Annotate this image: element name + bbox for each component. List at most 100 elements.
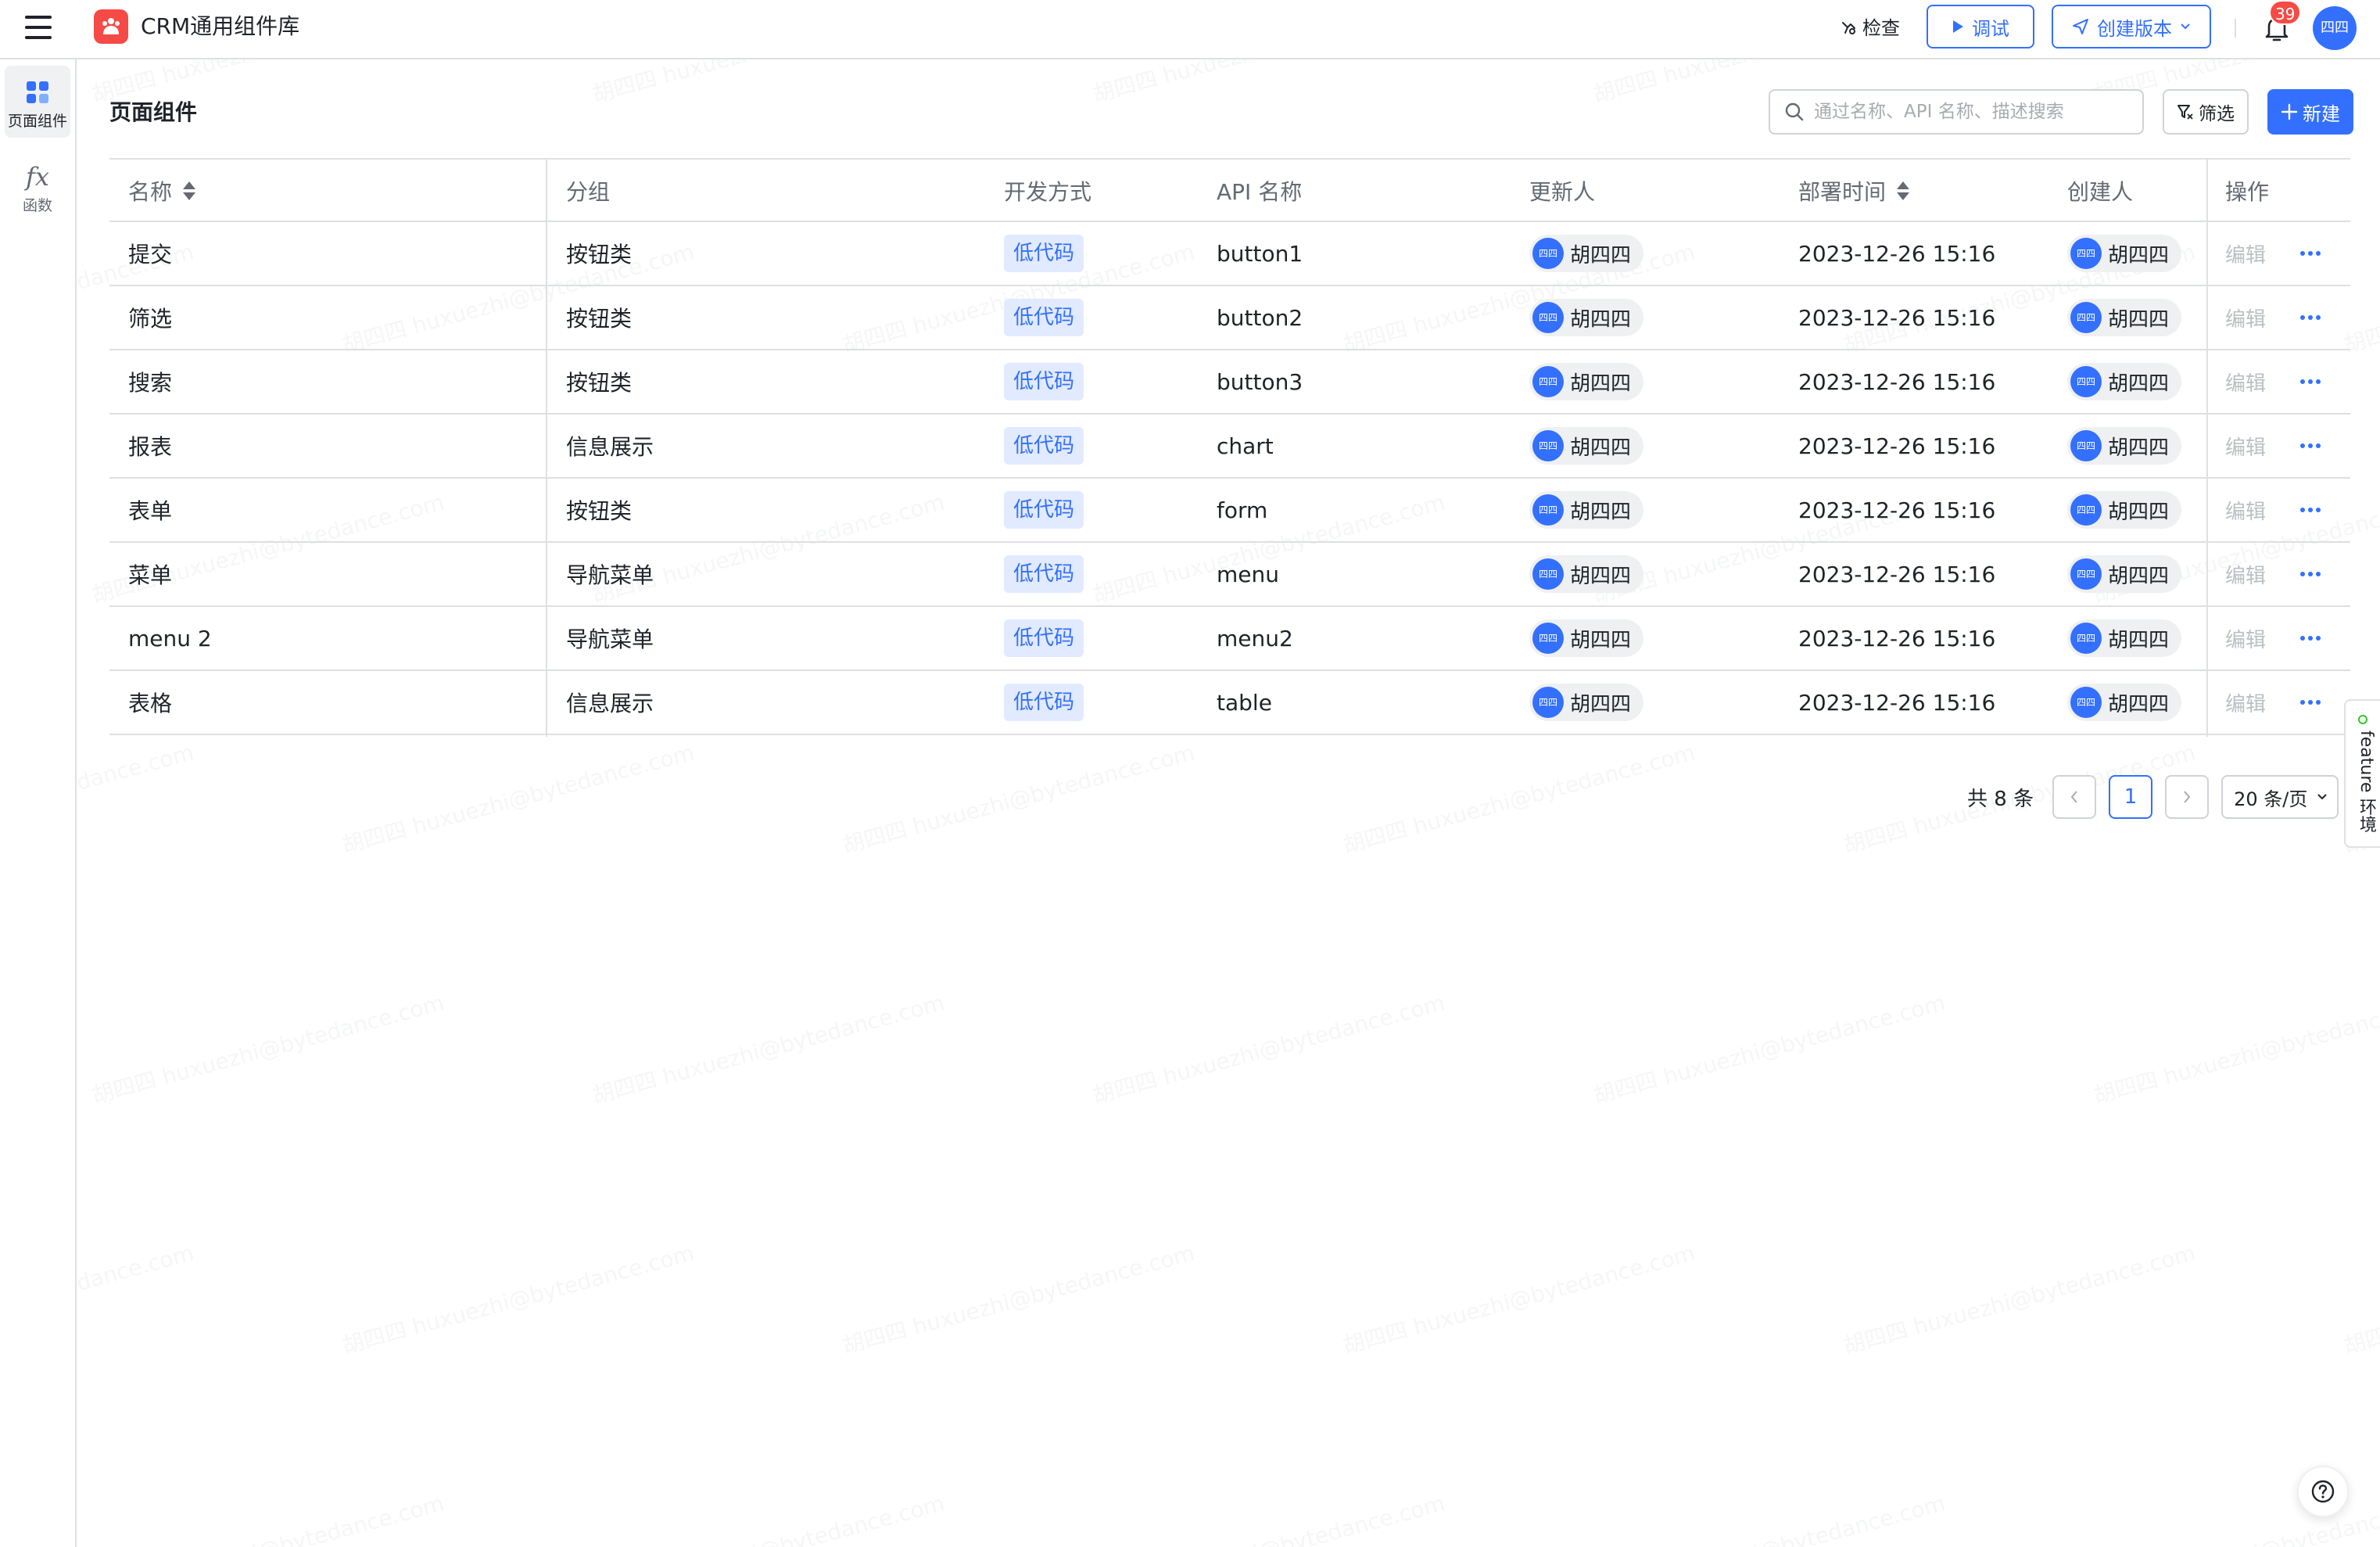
- cell-name: 表格: [128, 691, 173, 716]
- filter-icon: [2177, 105, 2193, 120]
- updater-chip[interactable]: 四四 胡四四: [1529, 555, 1644, 593]
- updater-chip[interactable]: 四四 胡四四: [1529, 491, 1644, 529]
- edit-link[interactable]: 编辑: [2225, 496, 2266, 525]
- column-header-deploy-time: 部署时间: [1798, 160, 1910, 222]
- inspect-button[interactable]: 检查: [1841, 13, 1900, 44]
- creator-chip[interactable]: 四四 胡四四: [2067, 491, 2182, 529]
- create-version-label: 创建版本: [2097, 17, 2172, 40]
- creator-name: 胡四四: [2108, 628, 2170, 652]
- cell-dev-mode: 低代码: [1004, 350, 1084, 413]
- edit-link[interactable]: 编辑: [2225, 303, 2266, 332]
- cell-updater: 四四 胡四四: [1529, 479, 1644, 541]
- sort-icon[interactable]: [1897, 180, 1910, 202]
- cell-api-name: table: [1217, 689, 1272, 716]
- environment-tab[interactable]: feature 环境: [2344, 699, 2380, 848]
- prev-page-button[interactable]: [2052, 775, 2097, 819]
- cell-group: 按钮类: [566, 242, 633, 267]
- cell-api-name: button2: [1217, 304, 1303, 331]
- edit-link[interactable]: 编辑: [2225, 368, 2266, 397]
- table-row[interactable]: 报表 信息展示 低代码 chart 四四 胡四四 2023-12-26 15:1…: [109, 415, 2350, 479]
- table-row[interactable]: 提交 按钮类 低代码 button1 四四 胡四四 2023-12-26 15:…: [109, 222, 2350, 286]
- page-size-select[interactable]: 20 条/页: [2221, 775, 2339, 819]
- plus-icon: [2281, 103, 2298, 120]
- cell-deploy-time: 2023-12-26 15:16: [1798, 689, 1996, 716]
- sort-icon[interactable]: [183, 180, 196, 202]
- creator-chip[interactable]: 四四 胡四四: [2067, 684, 2182, 721]
- creator-chip[interactable]: 四四 胡四四: [2067, 363, 2182, 400]
- avatar: 四四: [1532, 494, 1564, 526]
- table-row[interactable]: 菜单 导航菜单 低代码 menu 四四 胡四四 2023-12-26 15:16…: [109, 543, 2350, 607]
- edit-link[interactable]: 编辑: [2225, 560, 2266, 589]
- avatar: 四四: [1532, 687, 1564, 718]
- watermark-text: 胡四四 huxuezhi@bytedance.com: [88, 1487, 447, 1547]
- updater-name: 胡四四: [1570, 307, 1632, 332]
- updater-chip[interactable]: 四四 胡四四: [1529, 427, 1644, 465]
- pagination: 共 8 条 1 20 条/页: [1967, 774, 2339, 820]
- edit-link[interactable]: 编辑: [2225, 624, 2266, 653]
- sidebar-item-functions[interactable]: fx 函数: [5, 150, 70, 222]
- edit-link[interactable]: 编辑: [2225, 432, 2266, 461]
- updater-chip[interactable]: 四四 胡四四: [1529, 619, 1644, 657]
- left-sidebar: 页面组件 fx 函数: [0, 59, 77, 1547]
- cell-actions: 编辑: [2225, 607, 2266, 669]
- updater-chip[interactable]: 四四 胡四四: [1529, 235, 1644, 272]
- table-row[interactable]: 表格 信息展示 低代码 table 四四 胡四四 2023-12-26 15:1…: [109, 671, 2350, 735]
- cell-api-name: form: [1217, 497, 1268, 523]
- cell-creator: 四四 胡四四: [2067, 350, 2182, 413]
- cell-name: 提交: [128, 242, 173, 267]
- table-row[interactable]: 表单 按钮类 低代码 form 四四 胡四四 2023-12-26 15:16 …: [109, 479, 2350, 543]
- updater-chip[interactable]: 四四 胡四四: [1529, 684, 1644, 721]
- more-actions-icon[interactable]: [2300, 543, 2321, 605]
- avatar: 四四: [1532, 430, 1564, 461]
- cell-api-name: button3: [1217, 368, 1303, 395]
- edit-link[interactable]: 编辑: [2225, 239, 2266, 268]
- column-header-name: 名称: [128, 160, 196, 222]
- components-table: 名称 分组 开发方式 API 名称 更新人 部署时间 创建人 操作 提交 按钮类…: [109, 158, 2350, 737]
- creator-name: 胡四四: [2108, 371, 2170, 396]
- watermark-text: 胡四四 huxuezhi@bytedance.com: [2340, 1237, 2380, 1361]
- updater-chip[interactable]: 四四 胡四四: [1529, 299, 1644, 336]
- edit-link[interactable]: 编辑: [2225, 688, 2266, 717]
- cell-updater: 四四 胡四四: [1529, 350, 1644, 413]
- cell-actions: 编辑: [2225, 543, 2266, 605]
- updater-chip[interactable]: 四四 胡四四: [1529, 363, 1644, 400]
- table-row[interactable]: 筛选 按钮类 低代码 button2 四四 胡四四 2023-12-26 15:…: [109, 286, 2350, 350]
- creator-chip[interactable]: 四四 胡四四: [2067, 235, 2182, 272]
- next-page-button[interactable]: [2165, 775, 2210, 819]
- cell-name: menu 2: [128, 625, 212, 651]
- more-actions-icon[interactable]: [2300, 479, 2321, 541]
- table-row[interactable]: 搜索 按钮类 低代码 button3 四四 胡四四 2023-12-26 15:…: [109, 350, 2350, 415]
- column-header-creator: 创建人: [2067, 179, 2134, 205]
- chevron-left-icon: [2070, 791, 2077, 803]
- creator-chip[interactable]: 四四 胡四四: [2067, 427, 2182, 465]
- sidebar-item-page-components[interactable]: 页面组件: [5, 66, 70, 138]
- search-input[interactable]: [1814, 102, 2127, 122]
- watermark-text: 胡四四 huxuezhi@bytedance.com: [839, 1237, 1198, 1361]
- more-actions-icon[interactable]: [2300, 415, 2321, 477]
- more-actions-icon[interactable]: [2300, 350, 2321, 413]
- user-avatar[interactable]: 四四: [2313, 6, 2357, 50]
- help-button[interactable]: [2297, 1466, 2349, 1517]
- page-button-current[interactable]: 1: [2109, 775, 2153, 819]
- hamburger-menu-icon[interactable]: [23, 13, 53, 42]
- creator-chip[interactable]: 四四 胡四四: [2067, 555, 2182, 593]
- cell-deploy-time: 2023-12-26 15:16: [1798, 497, 1996, 523]
- creator-chip[interactable]: 四四 胡四四: [2067, 299, 2182, 336]
- new-button[interactable]: 新建: [2267, 89, 2353, 135]
- creator-chip[interactable]: 四四 胡四四: [2067, 619, 2182, 657]
- cell-actions: 编辑: [2225, 222, 2266, 285]
- more-actions-icon[interactable]: [2300, 671, 2321, 734]
- debug-button[interactable]: 调试: [1927, 5, 2034, 48]
- creator-name: 胡四四: [2108, 564, 2170, 588]
- more-actions-icon[interactable]: [2300, 286, 2321, 349]
- cell-updater: 四四 胡四四: [1529, 671, 1644, 734]
- filter-button[interactable]: 筛选: [2163, 89, 2249, 135]
- column-header-label: 部署时间: [1798, 179, 1887, 205]
- create-version-button[interactable]: 创建版本: [2052, 5, 2211, 48]
- grid-apps-icon: [27, 81, 48, 103]
- table-row[interactable]: menu 2 导航菜单 低代码 menu2 四四 胡四四 2023-12-26 …: [109, 607, 2350, 671]
- avatar: 四四: [1532, 302, 1564, 333]
- more-actions-icon[interactable]: [2300, 607, 2321, 669]
- watermark-text: 胡四四 huxuezhi@bytedance.com: [339, 1237, 697, 1361]
- more-actions-icon[interactable]: [2300, 222, 2321, 285]
